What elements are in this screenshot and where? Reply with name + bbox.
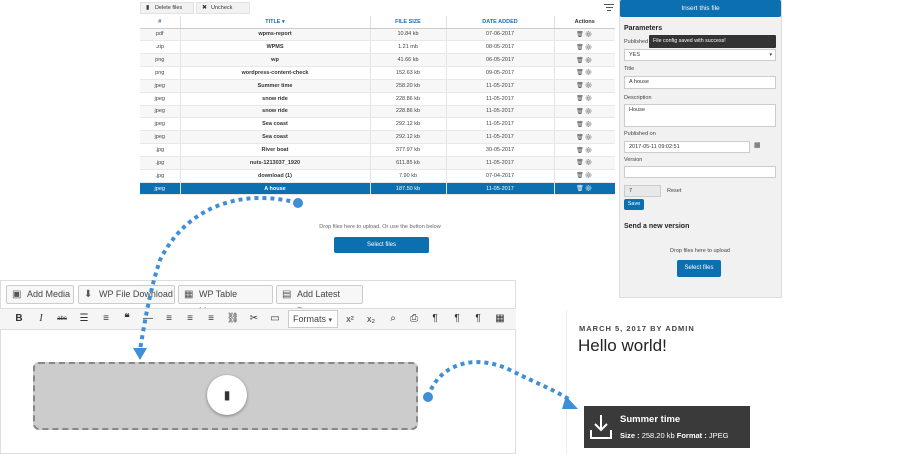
arrow-start-dot [293,198,303,208]
arrow-head-down-icon [133,348,147,360]
arrow-to-editor [138,196,299,351]
arrow-head-right-icon [562,396,578,409]
arrow-to-blog [426,360,572,402]
flow-arrows [133,196,578,409]
arrow-start-dot [423,392,433,402]
